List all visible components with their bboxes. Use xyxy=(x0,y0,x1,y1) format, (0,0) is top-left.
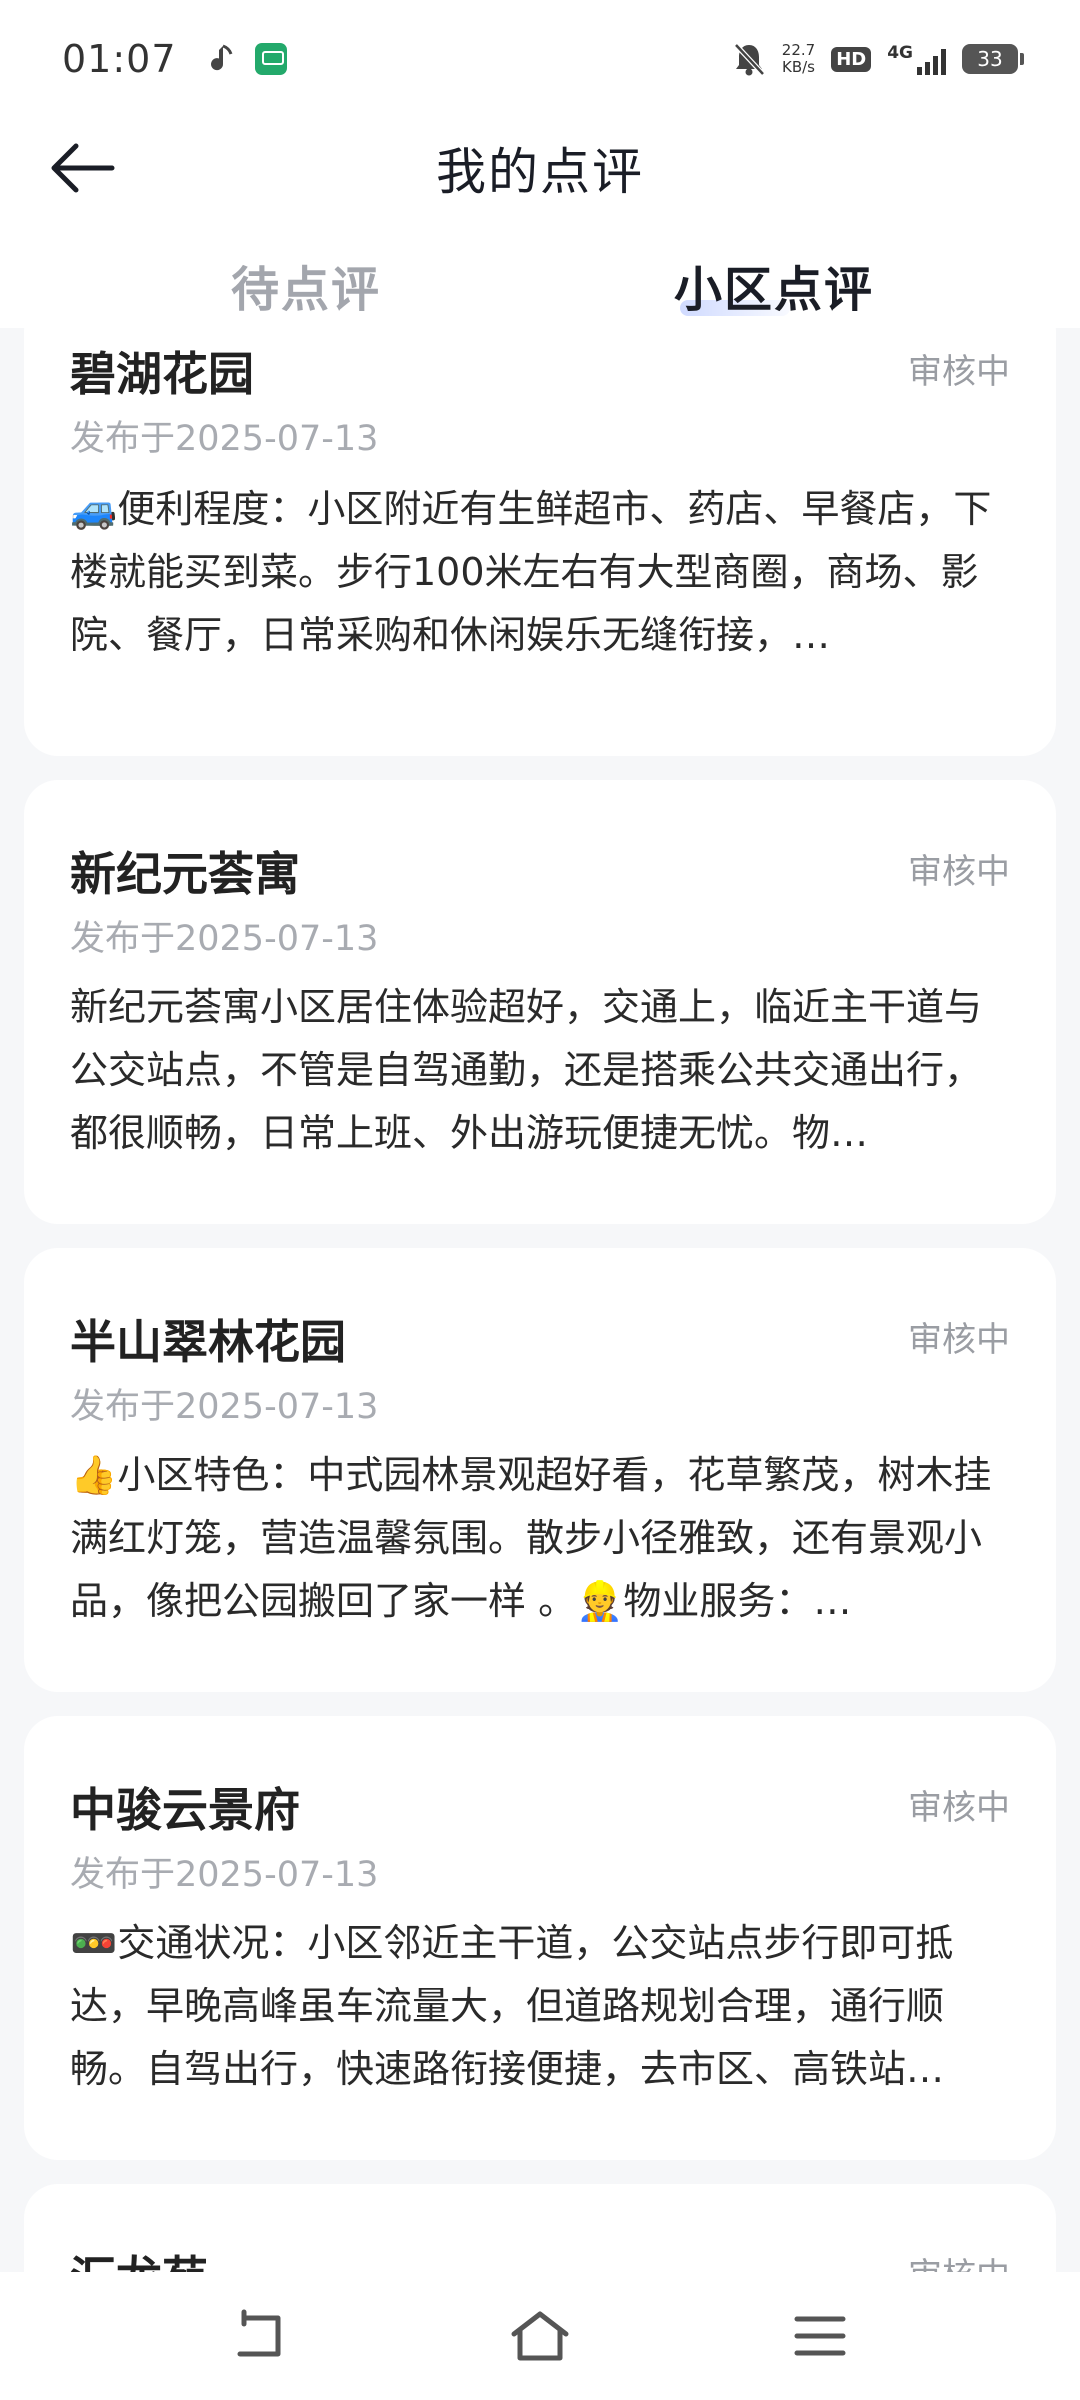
review-status: 审核中 xyxy=(908,1320,1010,1360)
home-icon xyxy=(511,2311,569,2361)
review-content: 🚙便利程度：小区附近有生鲜超市、药店、早餐店，下楼就能买到菜。步行100米左右有… xyxy=(70,478,1018,667)
review-card[interactable]: 新纪元荟寓 审核中 发布于2025-07-13 新纪元荟寓小区居住体验超好，交通… xyxy=(24,780,1056,1224)
tab-bar: 待点评 小区点评 xyxy=(0,250,1080,330)
nav-menu-button[interactable] xyxy=(775,2291,865,2381)
publish-date: 发布于2025-07-13 xyxy=(70,419,379,459)
tab-label: 小区点评 xyxy=(673,262,874,318)
speed-unit: KB/s xyxy=(781,58,815,76)
status-indicators: 22.7 KB/s HD 4G 33 xyxy=(732,41,1024,77)
review-content: 🚥交通状况：小区邻近主干道，公交站点步行即可抵达，早晚高峰虽车流量大，但道路规划… xyxy=(70,1912,1018,2101)
nav-back-button[interactable] xyxy=(215,2291,305,2381)
network-speed: 22.7 KB/s xyxy=(782,42,815,76)
screen: 01:07 22.7 KB/s HD 4G 33 我的点评 待点评 小区点评 碧… xyxy=(0,0,1080,2400)
battery-icon: 33 xyxy=(962,44,1024,74)
community-name: 汇龙苑 xyxy=(70,2242,208,2272)
community-name: 新纪元荟寓 xyxy=(70,847,300,901)
review-text: 🚙便利程度：小区附近有生鲜超市、药店、早餐店，下楼就能买到菜。步行100米左右有… xyxy=(70,487,992,657)
tab-label: 待点评 xyxy=(230,262,381,318)
review-text: 👍小区特色：中式园林景观超好看，花草繁茂，树木挂满红灯笼，营造温馨氛围。散步小径… xyxy=(70,1453,992,1623)
signal-bars-icon xyxy=(917,49,946,75)
network-type: 4G xyxy=(887,43,913,63)
tab-pending-review[interactable]: 待点评 xyxy=(156,250,456,320)
tab-community-review[interactable]: 小区点评 xyxy=(624,250,924,320)
review-card[interactable]: 半山翠林花园 审核中 发布于2025-07-13 👍小区特色：中式园林景观超好看… xyxy=(24,1248,1056,1692)
review-list[interactable]: 碧湖花园 审核中 发布于2025-07-13 🚙便利程度：小区附近有生鲜超市、药… xyxy=(0,328,1080,2272)
system-nav-bar xyxy=(0,2272,1080,2400)
review-status: 审核中 xyxy=(908,2248,1010,2272)
review-text: 新纪元荟寓小区居住体验超好，交通上，临近主干道与公交站点，不管是自驾通勤，还是搭… xyxy=(70,985,983,1155)
app-notification-icon xyxy=(254,43,287,75)
community-name: 中骏云景府 xyxy=(70,1783,300,1837)
review-status: 审核中 xyxy=(908,852,1010,892)
bell-muted-icon xyxy=(733,43,765,76)
review-card[interactable]: 汇龙苑 审核中 xyxy=(24,2184,1056,2272)
nav-home-button[interactable] xyxy=(495,2291,585,2381)
review-content: 新纪元荟寓小区居住体验超好，交通上，临近主干道与公交站点，不管是自驾通勤，还是搭… xyxy=(70,976,1018,1165)
publish-date: 发布于2025-07-13 xyxy=(70,1855,379,1895)
review-card[interactable]: 碧湖花园 审核中 发布于2025-07-13 🚙便利程度：小区附近有生鲜超市、药… xyxy=(24,328,1056,756)
community-name: 半山翠林花园 xyxy=(70,1315,346,1369)
status-time: 01:07 xyxy=(62,37,177,81)
review-text: 🚥交通状况：小区邻近主干道，公交站点步行即可抵达，早晚高峰虽车流量大，但道路规划… xyxy=(70,1921,954,2091)
review-status: 审核中 xyxy=(908,352,1010,392)
speed-value: 22.7 xyxy=(781,41,816,59)
cellular-signal: 4G xyxy=(887,43,946,75)
community-name: 碧湖花园 xyxy=(70,347,254,401)
page-title: 我的点评 xyxy=(436,143,644,201)
status-bar: 01:07 22.7 KB/s HD 4G 33 xyxy=(0,0,1080,118)
review-card[interactable]: 中骏云景府 审核中 发布于2025-07-13 🚥交通状况：小区邻近主干道，公交… xyxy=(24,1716,1056,2160)
notification-icons xyxy=(207,43,287,75)
return-icon xyxy=(237,2309,281,2357)
publish-date: 发布于2025-07-13 xyxy=(70,919,379,959)
review-content: 👍小区特色：中式园林景观超好看，花草繁茂，树木挂满红灯笼，营造温馨氛围。散步小径… xyxy=(70,1444,1018,1633)
menu-icon xyxy=(794,2316,846,2356)
header: 我的点评 待点评 小区点评 xyxy=(0,118,1080,328)
review-status: 审核中 xyxy=(908,1788,1010,1828)
hd-badge: HD xyxy=(831,46,872,72)
publish-date: 发布于2025-07-13 xyxy=(70,1387,379,1427)
music-note-icon xyxy=(210,44,232,71)
